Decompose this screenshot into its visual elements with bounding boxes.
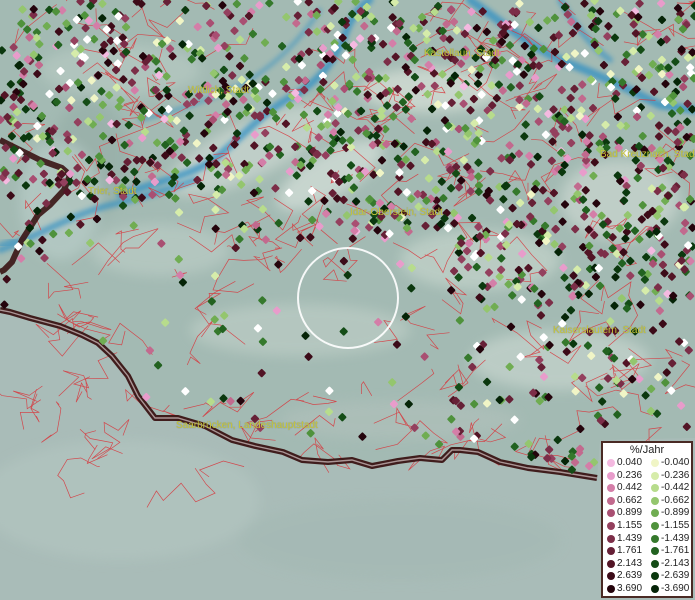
legend-value-negative: -0.040 <box>661 457 690 468</box>
legend-row: 0.899 -0.899 <box>603 507 695 519</box>
city-label-kastellaun: Kastellaun, Stadt <box>424 48 500 59</box>
legend-value-negative: -0.236 <box>661 469 690 481</box>
legend-row: 1.155 -1.155 <box>603 520 695 532</box>
city-label-kaiserslautern: Kaiserslautern, Stadt <box>553 325 646 336</box>
legend-swatch-positive <box>607 471 615 480</box>
legend-swatch-positive <box>607 547 615 556</box>
legend-value-negative: -0.899 <box>661 507 690 519</box>
legend-swatch-positive <box>607 496 615 505</box>
legend-value-positive: 1.439 <box>617 532 643 544</box>
legend-value-negative: -1.155 <box>661 520 690 531</box>
legend-swatch-negative <box>651 459 659 467</box>
legend-value-positive: 3.690 <box>617 583 643 594</box>
legend-swatch-negative <box>651 496 659 505</box>
city-label-wittlich: Wittlich, Stadt <box>188 85 250 96</box>
legend-row: 3.690 -3.690 <box>603 583 695 595</box>
legend-value-negative: -1.761 <box>661 545 690 557</box>
legend-row: 1.761 -1.761 <box>603 545 695 557</box>
legend-row: 0.236 -0.236 <box>603 470 695 482</box>
legend-swatch-negative <box>651 509 659 518</box>
legend-value-negative: -0.442 <box>661 482 690 494</box>
legend-swatch-positive <box>607 585 615 593</box>
legend-swatch-negative <box>651 484 659 493</box>
legend-swatch-positive <box>607 484 615 493</box>
legend-swatch-positive <box>607 522 615 530</box>
legend-title: %/Jahr <box>629 444 665 456</box>
city-label-saarbruecken: Saarbrücken, Landeshauptstadt <box>176 420 318 431</box>
legend-value-negative: -0.662 <box>661 494 690 506</box>
legend-swatch-negative <box>651 572 659 581</box>
legend-value-positive: 1.155 <box>617 520 643 531</box>
legend-swatch-positive <box>607 559 615 568</box>
legend-value-positive: 0.899 <box>617 507 643 519</box>
map-canvas[interactable] <box>0 0 695 600</box>
city-label-trier: Trier, Stadt <box>88 186 137 197</box>
legend-row: 0.040 -0.040 <box>603 457 695 469</box>
legend-swatch-positive <box>607 572 615 581</box>
city-label-bad-kreuznach: Bad Kreuznach, Stadt <box>600 149 695 160</box>
legend-value-negative: -1.439 <box>661 532 690 544</box>
legend-value-positive: 0.236 <box>617 469 643 481</box>
legend-swatch-negative <box>651 522 659 530</box>
legend-swatch-negative <box>651 559 659 568</box>
legend-value-positive: 1.761 <box>617 545 643 557</box>
legend-row: 1.439 -1.439 <box>603 533 695 545</box>
legend-value-positive: 2.143 <box>617 557 643 569</box>
map-view[interactable]: Kastellaun, Stadt Wittlich, Stadt Bad Kr… <box>0 0 695 600</box>
legend-swatch-negative <box>651 585 659 593</box>
legend-swatch-positive <box>607 459 615 467</box>
legend: %/Jahr 0.040 -0.040 0.236 -0.236 0.442 -0.442… <box>601 441 693 598</box>
legend-value-negative: -2.639 <box>661 570 690 582</box>
legend-row: 0.662 -0.662 <box>603 495 695 507</box>
legend-row: 0.442 -0.442 <box>603 482 695 494</box>
legend-swatch-positive <box>607 509 615 518</box>
legend-row: 2.639 -2.639 <box>603 570 695 582</box>
legend-swatch-negative <box>651 534 659 543</box>
legend-row: 2.143 -2.143 <box>603 558 695 570</box>
city-label-idar-oberstein: Idar-Oberstein, Stadt <box>350 207 443 218</box>
legend-value-negative: -2.143 <box>661 557 690 569</box>
legend-value-positive: 0.442 <box>617 482 643 494</box>
legend-swatch-negative <box>651 471 659 480</box>
legend-value-positive: 0.662 <box>617 494 643 506</box>
legend-value-positive: 2.639 <box>617 570 643 582</box>
legend-swatch-negative <box>651 547 659 556</box>
legend-swatch-positive <box>607 534 615 543</box>
legend-value-positive: 0.040 <box>617 457 643 468</box>
legend-value-negative: -3.690 <box>661 583 690 594</box>
